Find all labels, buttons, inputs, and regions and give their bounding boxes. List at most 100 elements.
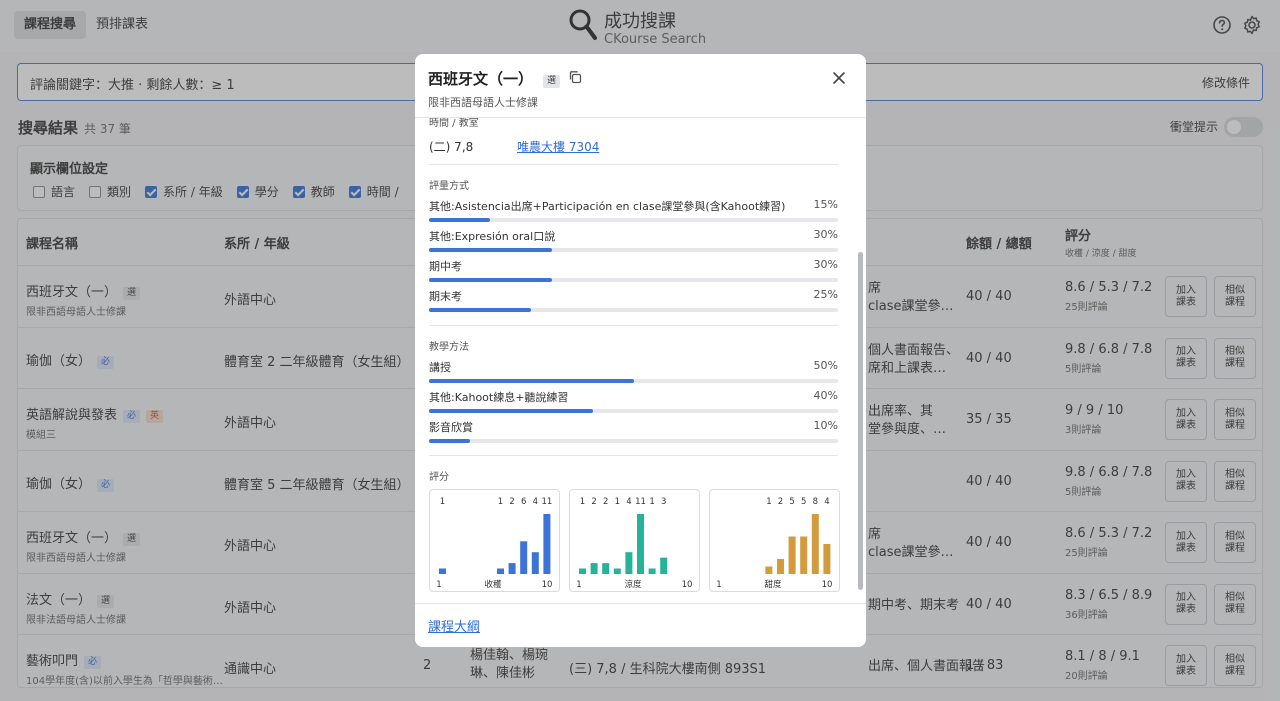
bar-count-label: 1 xyxy=(766,497,771,507)
progress-fill xyxy=(429,439,470,443)
percentage-bar-item: 期中考 30% xyxy=(429,258,838,284)
bar-count-label: 1 xyxy=(649,497,654,507)
histogram-chart: 1 1 2 6 4 111 收穫 10 xyxy=(436,497,553,590)
scrollbar-thumb[interactable] xyxy=(858,252,863,590)
axis-max-label: 10 xyxy=(822,580,833,590)
rating-distribution-label: 評分 xyxy=(429,472,449,483)
bar-count-label: 2 xyxy=(778,497,783,507)
histogram-bar xyxy=(765,566,773,574)
item-label: 其他:Kahoot練息+聽說練習 xyxy=(429,391,569,404)
modal-title-text: 西班牙文（一） xyxy=(428,70,534,88)
item-percentage: 25% xyxy=(813,288,838,301)
item-percentage: 40% xyxy=(813,389,838,402)
course-time: (二) 7,8 xyxy=(429,140,474,154)
histogram-1: 1 2 2 1 4 11 1 3 1 涼度 10 xyxy=(569,489,700,592)
bar-count-label: 2 xyxy=(603,497,608,507)
teaching-method-label: 教學方法 xyxy=(429,342,469,353)
modal-body[interactable]: 時間 / 教室 (二) 7,8 唯農大樓 7304 評量方式 其他:Asiste… xyxy=(415,118,866,603)
item-percentage: 15% xyxy=(813,198,838,211)
progress-fill xyxy=(429,409,593,413)
axis-min-label: 1 xyxy=(436,580,441,590)
histogram-2: 1 2 5 5 8 4 1 甜度 10 xyxy=(709,489,840,592)
bar-count-label: 1 xyxy=(498,497,503,507)
app-root: 課程搜尋 預排課表 成功搜課 CKourse Search 評論關鍵字：大推 ·… xyxy=(0,0,1280,701)
modal-footer: 課程大綱 xyxy=(415,603,866,647)
progress-fill xyxy=(429,278,552,282)
item-label: 期末考 xyxy=(429,290,462,303)
histogram-bar xyxy=(531,552,539,574)
bar-count-label: 4 xyxy=(626,497,631,507)
course-detail-modal: 西班牙文（一） 選 限非西語母語人士修課 時間 / 教室 (二) 7,8 唯農大樓… xyxy=(415,54,866,647)
percentage-bar-item: 其他:Expresión oral口說 30% xyxy=(429,228,838,254)
histogram-bar xyxy=(777,559,784,574)
histogram-bar xyxy=(590,563,598,574)
item-percentage: 30% xyxy=(813,228,838,241)
axis-max-label: 10 xyxy=(542,580,553,590)
progress-track xyxy=(429,218,838,222)
histogram-bar xyxy=(439,568,446,574)
modal-subtitle: 限非西語母語人士修課 xyxy=(428,96,538,109)
histogram-chart: 1 2 2 1 4 11 1 31 涼度 10 xyxy=(576,497,693,590)
divider xyxy=(429,164,838,165)
histogram-bar xyxy=(613,568,621,574)
histogram-bar xyxy=(823,544,831,574)
percentage-bar-item: 其他:Asistencia出席+Participación en clase課堂… xyxy=(429,198,838,224)
progress-track xyxy=(429,248,838,252)
percentage-bar-item: 其他:Kahoot練息+聽說練習 40% xyxy=(429,389,838,415)
percentage-bar-item: 講授 50% xyxy=(429,359,838,385)
copy-icon[interactable] xyxy=(568,70,582,84)
histogram-bar xyxy=(579,568,586,574)
item-label: 其他:Asistencia出席+Participación en clase課堂… xyxy=(429,200,786,213)
divider xyxy=(429,455,838,456)
divider xyxy=(429,325,838,326)
syllabus-link[interactable]: 課程大綱 xyxy=(428,616,480,635)
item-label: 影音欣賞 xyxy=(429,421,473,434)
percentage-bar-item: 影音欣賞 10% xyxy=(429,419,838,445)
histogram-0: 1 1 2 6 4 11 1 收穫 10 xyxy=(429,489,560,592)
axis-min-label: 1 xyxy=(716,580,721,590)
bar-count-label: 4 xyxy=(533,497,538,507)
progress-track xyxy=(429,439,838,443)
progress-fill xyxy=(429,248,552,252)
item-percentage: 50% xyxy=(813,359,838,372)
histogram-bar xyxy=(800,536,808,574)
bar-count-label: 5 xyxy=(789,497,794,507)
close-icon[interactable] xyxy=(832,71,846,85)
bar-count-label: 2 xyxy=(509,497,514,507)
item-label: 期中考 xyxy=(429,260,462,273)
bar-count-label: 5 xyxy=(801,497,806,507)
histogram-bar xyxy=(497,568,504,574)
axis-min-label: 1 xyxy=(576,580,581,590)
bar-count-label: 11 xyxy=(541,497,552,507)
progress-fill xyxy=(429,308,532,312)
bar-count-label: 6 xyxy=(521,497,526,507)
classroom-link[interactable]: 唯農大樓 7304 xyxy=(517,138,599,155)
histogram-bar xyxy=(508,563,516,574)
modal-title: 西班牙文（一） 選 xyxy=(428,68,561,89)
modal-scrollbar[interactable] xyxy=(858,118,863,603)
histogram-name: 收穫 xyxy=(484,579,502,590)
axis-max-label: 10 xyxy=(682,580,693,590)
histogram-bar xyxy=(543,514,551,574)
bar-count-label: 4 xyxy=(824,497,829,507)
modal-header: 西班牙文（一） 選 限非西語母語人士修課 xyxy=(415,54,866,118)
histogram-bar xyxy=(602,563,610,574)
progress-track xyxy=(429,409,838,413)
histogram-bar xyxy=(637,514,644,574)
elective-badge: 選 xyxy=(543,75,561,88)
time-room-label: 時間 / 教室 xyxy=(429,118,479,129)
item-percentage: 10% xyxy=(813,419,838,432)
bar-count-label: 1 xyxy=(580,497,585,507)
histogram-bar xyxy=(660,557,668,574)
bar-count-label: 1 xyxy=(440,497,445,507)
bar-count-label: 3 xyxy=(661,497,666,507)
histogram-bar xyxy=(648,568,656,574)
item-percentage: 30% xyxy=(813,258,838,271)
histogram-name: 甜度 xyxy=(764,579,782,590)
histogram-bar xyxy=(625,552,633,574)
progress-track xyxy=(429,278,838,282)
histogram-bar xyxy=(811,514,819,574)
progress-fill xyxy=(429,218,491,222)
histogram-name: 涼度 xyxy=(624,579,642,590)
item-label: 講授 xyxy=(429,361,451,374)
